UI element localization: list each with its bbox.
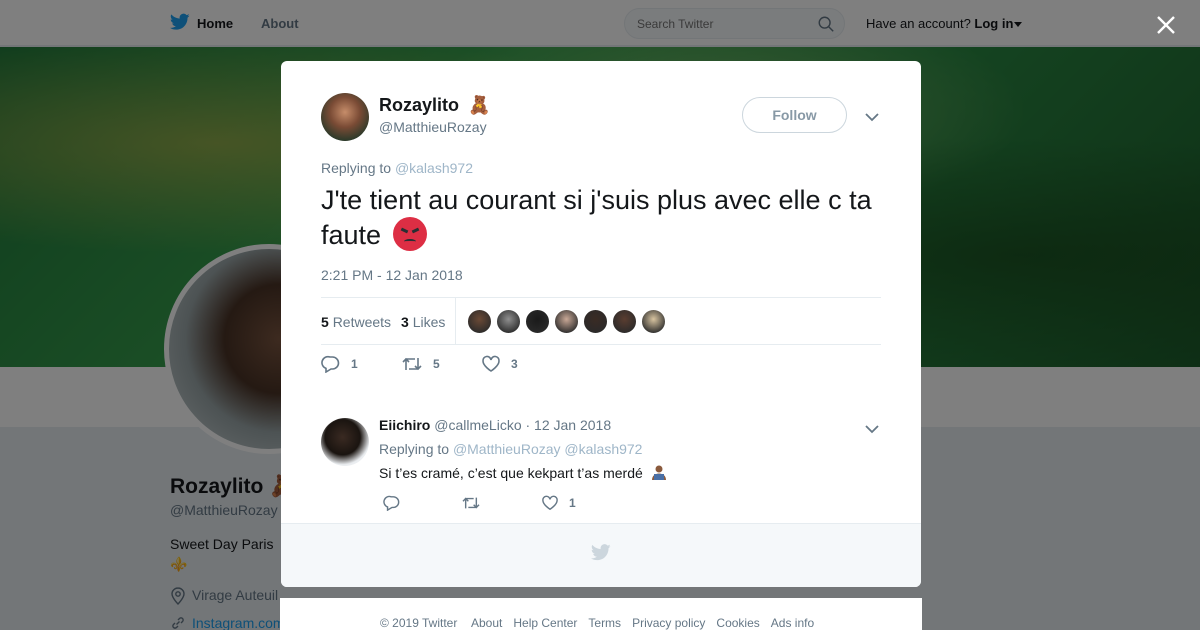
reply-retweet-action[interactable]	[461, 495, 481, 511]
reply-author-name[interactable]: Eiichiro	[379, 417, 430, 433]
reply-author-avatar[interactable]	[321, 418, 369, 466]
mention-link[interactable]: @MatthieuRozay	[453, 441, 561, 457]
liker-avatar[interactable]	[554, 309, 579, 334]
author-name-text[interactable]: Rozaylito	[379, 95, 459, 115]
retweet-action[interactable]: 5	[401, 355, 440, 373]
liker-avatar[interactable]	[583, 309, 608, 334]
retweet-stat[interactable]: 5 Retweets	[321, 314, 391, 330]
tweet-stats: 5 Retweets 3 Likes	[321, 297, 881, 345]
footer-link[interactable]: Cookies	[716, 616, 759, 630]
page-footer: © 2019 Twitter About Help Center Terms Priv…	[280, 598, 922, 630]
retweet-label[interactable]: Retweets	[333, 314, 391, 330]
reply-icon[interactable]	[383, 495, 401, 512]
mention-link[interactable]: @kalash972	[564, 441, 642, 457]
liker-avatar[interactable]	[641, 309, 666, 334]
reply-header: Eiichiro @callmeLicko · 12 Jan 2018	[379, 417, 611, 433]
tweet-text: J'te tient au courant si j'suis plus ave…	[321, 183, 891, 254]
footer-link[interactable]: About	[471, 616, 502, 630]
follow-button[interactable]: Follow	[742, 97, 847, 133]
retweet-count[interactable]: 5	[321, 314, 329, 330]
like-action-count: 3	[511, 357, 518, 371]
author-avatar[interactable]	[321, 93, 369, 141]
replying-label: Replying to	[379, 441, 450, 457]
reply-count: 1	[351, 357, 358, 371]
stats-divider	[455, 298, 456, 344]
like-count[interactable]: 3	[401, 314, 409, 330]
person-shrugging-emoji-icon	[651, 464, 667, 481]
liker-avatar[interactable]	[525, 309, 550, 334]
reply-like-action[interactable]: 1	[541, 495, 576, 511]
liker-avatar[interactable]	[612, 309, 637, 334]
footer-link[interactable]: Help Center	[513, 616, 577, 630]
footer-link[interactable]: Terms	[588, 616, 621, 630]
like-stat[interactable]: 3 Likes	[401, 314, 445, 330]
heart-icon[interactable]	[481, 355, 501, 373]
tweet-permalink-modal: Rozaylito 🧸 @MatthieuRozay Follow Replyi…	[281, 61, 921, 587]
reply-date[interactable]: · 12 Jan 2018	[526, 417, 612, 433]
bear-emoji-icon: 🧸	[468, 95, 491, 115]
angry-face-emoji-icon	[392, 216, 427, 251]
retweet-icon[interactable]	[401, 355, 423, 373]
heart-icon[interactable]	[541, 495, 559, 511]
mention-link[interactable]: @kalash972	[395, 160, 473, 176]
reply-action[interactable]: 1	[321, 355, 358, 374]
reply-author-handle[interactable]: @callmeLicko	[434, 417, 521, 433]
modal-footer	[281, 523, 921, 587]
reply-reply-action[interactable]	[383, 495, 401, 512]
reply-replying-to: Replying to @MatthieuRozay @kalash972	[379, 441, 642, 457]
chevron-down-icon[interactable]	[865, 421, 879, 439]
liker-avatar[interactable]	[496, 309, 521, 334]
tweet-timestamp[interactable]: 2:21 PM - 12 Jan 2018	[321, 267, 463, 283]
footer-link[interactable]: Ads info	[771, 616, 814, 630]
footer-links: © 2019 Twitter About Help Center Terms Priv…	[380, 616, 825, 630]
retweet-action-count: 5	[433, 357, 440, 371]
chevron-down-icon[interactable]	[865, 109, 879, 127]
replying-label: Replying to	[321, 160, 392, 176]
author-handle[interactable]: @MatthieuRozay	[379, 119, 487, 135]
like-label[interactable]: Likes	[413, 314, 446, 330]
footer-link[interactable]: Privacy policy	[632, 616, 705, 630]
reply-like-count: 1	[569, 496, 576, 510]
reply-text-content: Si t’es cramé, c’est que kekpart t’as me…	[379, 465, 643, 481]
tweet-actions: 1 5 3	[321, 355, 881, 379]
twitter-bird-icon	[590, 544, 611, 566]
retweet-icon[interactable]	[461, 495, 481, 511]
liker-avatar[interactable]	[467, 309, 492, 334]
replying-to: Replying to @kalash972	[321, 160, 473, 176]
reply-text: Si t’es cramé, c’est que kekpart t’as me…	[379, 465, 667, 482]
like-action[interactable]: 3	[481, 355, 518, 373]
author-name[interactable]: Rozaylito 🧸	[379, 95, 490, 116]
close-icon[interactable]	[1154, 13, 1178, 37]
reply-actions: 1	[383, 495, 683, 515]
footer-copyright: © 2019 Twitter	[380, 616, 458, 630]
reply-icon[interactable]	[321, 355, 341, 374]
